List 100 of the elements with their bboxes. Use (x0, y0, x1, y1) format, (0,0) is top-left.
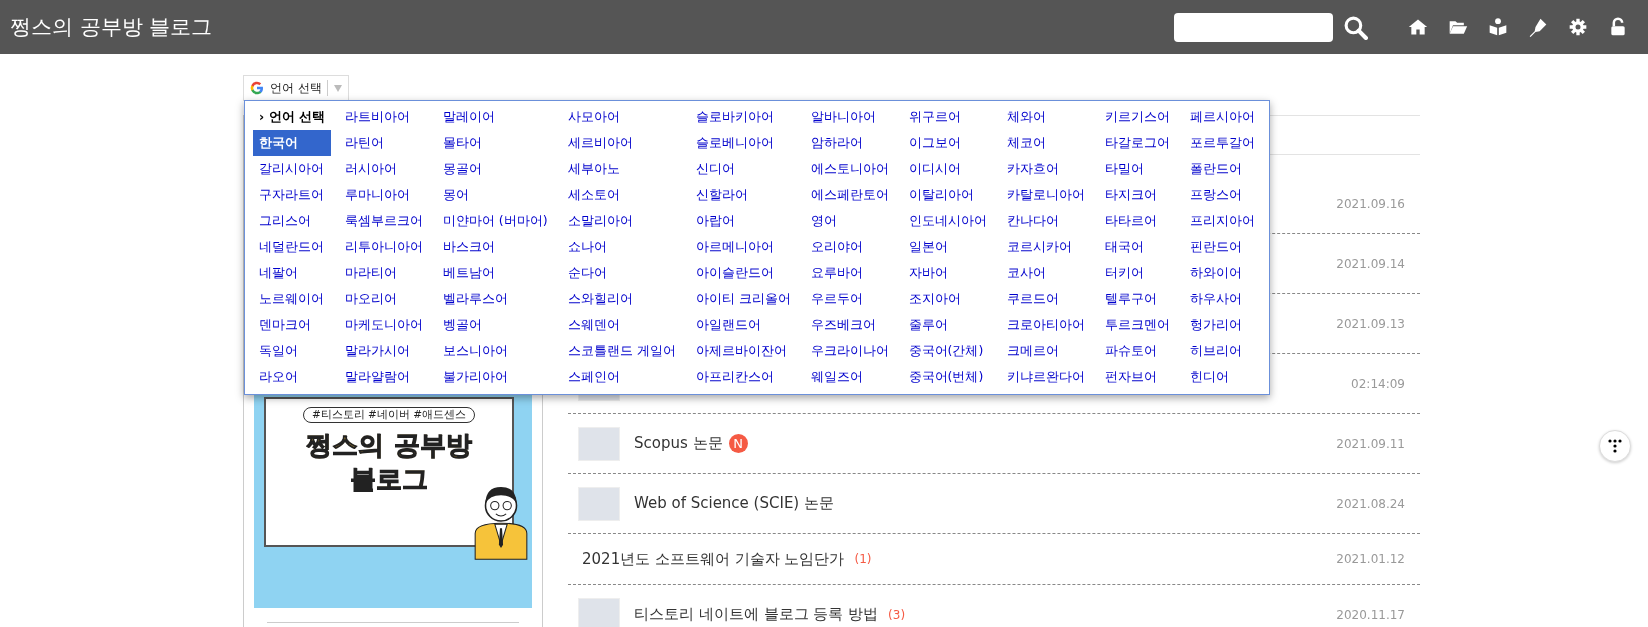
menu-item[interactable]: 중국어(간체) (902, 338, 993, 364)
menu-item[interactable]: 펀자브어 (1098, 364, 1176, 390)
menu-item[interactable]: 카탈로니아어 (1000, 182, 1091, 208)
menu-item[interactable]: 프리지아어 (1183, 208, 1261, 234)
menu-item[interactable]: 중국어(번체) (902, 364, 993, 390)
menu-item[interactable]: 사모아어 (561, 104, 682, 130)
menu-item[interactable]: 하우사어 (1183, 286, 1261, 312)
menu-item[interactable]: 몽골어 (436, 156, 554, 182)
menu-item[interactable]: 포르투갈어 (1183, 130, 1261, 156)
post-title[interactable]: 2021년도 소프트웨어 기술자 노임단가 (582, 549, 845, 569)
menu-item[interactable]: 요루바어 (804, 260, 895, 286)
menu-item[interactable]: 태국어 (1098, 234, 1176, 260)
thumbnail-image[interactable] (578, 426, 620, 461)
menu-item[interactable]: 프랑스어 (1183, 182, 1261, 208)
menu-item[interactable]: 갈리시아어 (253, 156, 331, 182)
menu-item[interactable]: 러시아어 (338, 156, 429, 182)
menu-item[interactable]: 세소토어 (561, 182, 682, 208)
home-icon[interactable] (1408, 17, 1428, 37)
menu-item[interactable]: 핀란드어 (1183, 234, 1261, 260)
menu-item[interactable]: 마오리어 (338, 286, 429, 312)
menu-item[interactable]: 신디어 (689, 156, 797, 182)
search-field[interactable] (1174, 12, 1333, 42)
menu-item[interactable]: 키르기스어 (1098, 104, 1176, 130)
menu-item[interactable]: 아프리칸스어 (689, 364, 797, 390)
menu-item[interactable]: 인도네시아어 (902, 208, 993, 234)
menu-item[interactable]: 우르두어 (804, 286, 895, 312)
menu-item[interactable]: 텔루구어 (1098, 286, 1176, 312)
menu-item[interactable]: 아랍어 (689, 208, 797, 234)
menu-item[interactable]: 자바어 (902, 260, 993, 286)
post-title[interactable]: Web of Science (SCIE) 논문 (634, 494, 834, 513)
menu-item[interactable]: 라트비아어 (338, 104, 429, 130)
menu-item[interactable]: 타타르어 (1098, 208, 1176, 234)
menu-item[interactable]: 에스토니아어 (804, 156, 895, 182)
menu-item[interactable]: 노르웨이어 (253, 286, 331, 312)
menu-item[interactable]: 하와이어 (1183, 260, 1261, 286)
menu-item[interactable]: 아르메니아어 (689, 234, 797, 260)
menu-item[interactable]: 말라얄람어 (338, 364, 429, 390)
menu-item[interactable]: 소말리아어 (561, 208, 682, 234)
menu-item[interactable]: 알바니아어 (804, 104, 895, 130)
menu-item[interactable]: 크로아티아어 (1000, 312, 1091, 338)
menu-item[interactable]: 타밀어 (1098, 156, 1176, 182)
menu-item[interactable]: 조지아어 (902, 286, 993, 312)
menu-item[interactable]: 미얀마어 (버마어) (436, 208, 554, 234)
reader-icon[interactable] (1488, 17, 1508, 37)
menu-item[interactable]: 라틴어 (338, 130, 429, 156)
menu-item[interactable]: 슬로베니아어 (689, 130, 797, 156)
menu-item[interactable]: 힌디어 (1183, 364, 1261, 390)
menu-item[interactable]: 아이슬란드어 (689, 260, 797, 286)
menu-item[interactable]: 체와어 (1000, 104, 1091, 130)
menu-item[interactable]: 우즈베크어 (804, 312, 895, 338)
menu-item[interactable]: 아제르바이잔어 (689, 338, 797, 364)
menu-item[interactable]: 이탈리아어 (902, 182, 993, 208)
menu-item[interactable]: 스코틀랜드 게일어 (561, 338, 682, 364)
menu-item[interactable]: 웨일즈어 (804, 364, 895, 390)
menu-item[interactable]: 아이티 크리올어 (689, 286, 797, 312)
menu-item[interactable]: 파슈토어 (1098, 338, 1176, 364)
menu-item[interactable]: 라오어 (253, 364, 331, 390)
menu-item[interactable]: 덴마크어 (253, 312, 331, 338)
language-select[interactable]: 언어 선택 (243, 75, 349, 101)
menu-item[interactable]: 키냐르완다어 (1000, 364, 1091, 390)
settings-icon[interactable] (1568, 17, 1588, 37)
menu-item[interactable]: 타갈로그어 (1098, 130, 1176, 156)
menu-item[interactable]: 스페인어 (561, 364, 682, 390)
menu-item[interactable]: 바스크어 (436, 234, 554, 260)
menu-item[interactable]: 리투아니아어 (338, 234, 429, 260)
menu-item[interactable]: 우크라이나어 (804, 338, 895, 364)
menu-item[interactable]: 말라가시어 (338, 338, 429, 364)
menu-item[interactable]: 쇼나어 (561, 234, 682, 260)
menu-item[interactable]: 불가리아어 (436, 364, 554, 390)
menu-item[interactable]: 투르크멘어 (1098, 312, 1176, 338)
menu-item[interactable]: 이그보어 (902, 130, 993, 156)
menu-item[interactable]: 한국어 (253, 130, 331, 156)
menu-item[interactable]: 타지크어 (1098, 182, 1176, 208)
unlock-icon[interactable] (1608, 17, 1628, 37)
menu-item[interactable]: 구자라트어 (253, 182, 331, 208)
menu-item[interactable]: 스와힐리어 (561, 286, 682, 312)
menu-item[interactable]: 칸나다어 (1000, 208, 1091, 234)
menu-item[interactable]: 카자흐어 (1000, 156, 1091, 182)
menu-item[interactable]: 코사어 (1000, 260, 1091, 286)
menu-item[interactable]: 아일랜드어 (689, 312, 797, 338)
menu-item[interactable]: 보스니아어 (436, 338, 554, 364)
menu-item[interactable]: 마라티어 (338, 260, 429, 286)
pen-icon[interactable] (1528, 17, 1548, 37)
menu-item[interactable]: 페르시아어 (1183, 104, 1261, 130)
menu-item[interactable]: 헝가리어 (1183, 312, 1261, 338)
menu-item[interactable]: 몰타어 (436, 130, 554, 156)
menu-item[interactable]: 베트남어 (436, 260, 554, 286)
menu-item[interactable]: 몽어 (436, 182, 554, 208)
menu-item[interactable]: 위구르어 (902, 104, 993, 130)
search-icon[interactable] (1343, 14, 1368, 40)
floating-button[interactable] (1599, 430, 1631, 462)
menu-item[interactable]: 마케도니아어 (338, 312, 429, 338)
menu-item[interactable]: 네덜란드어 (253, 234, 331, 260)
menu-item[interactable]: 암하라어 (804, 130, 895, 156)
menu-item[interactable]: 신할라어 (689, 182, 797, 208)
menu-item[interactable]: 그리스어 (253, 208, 331, 234)
menu-item[interactable]: 터키어 (1098, 260, 1176, 286)
menu-item[interactable]: 벵골어 (436, 312, 554, 338)
menu-item[interactable]: 오리야어 (804, 234, 895, 260)
menu-item[interactable]: 체코어 (1000, 130, 1091, 156)
